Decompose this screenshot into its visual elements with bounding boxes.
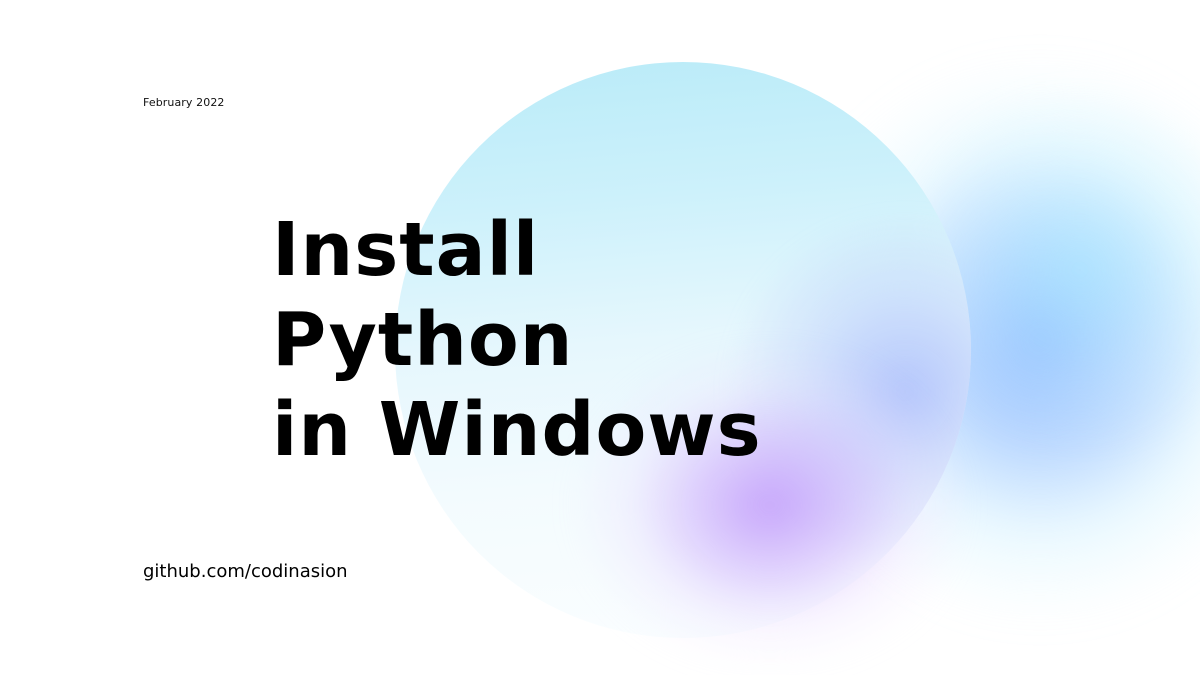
headline-line-2: Python [272,297,574,383]
github-link[interactable]: github.com/codinasion [143,561,348,582]
slide-headline: Install Python in Windows [272,205,762,475]
date-label: February 2022 [143,96,225,109]
headline-line-3: in Windows [272,387,762,473]
slide-canvas: February 2022 Install Python in Windows … [0,0,1200,675]
headline-line-1: Install [272,207,540,293]
